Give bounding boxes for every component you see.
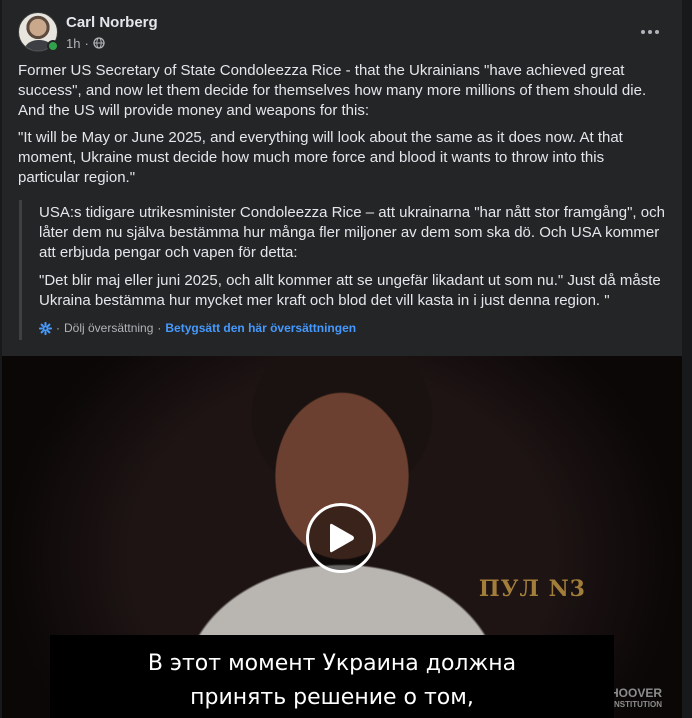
post-timestamp[interactable]: 1h bbox=[66, 36, 80, 51]
meta-separator: · bbox=[84, 35, 89, 51]
translation-footer: · Dölj översättning · Betygsätt den här … bbox=[39, 320, 356, 336]
post-card: Carl Norberg 1h · Former US Secretary of… bbox=[2, 0, 682, 718]
play-icon bbox=[330, 523, 354, 553]
translation-body: USA:s tidigare utrikesminister Condoleez… bbox=[39, 200, 667, 311]
footer-dot: · bbox=[157, 321, 162, 335]
more-dot-icon bbox=[655, 30, 659, 34]
post-paragraph: "It will be May or June 2025, and everyt… bbox=[18, 129, 623, 186]
footer-dot: · bbox=[56, 321, 60, 335]
translation-paragraph: "Det blir maj eller juni 2025, och allt … bbox=[39, 272, 661, 309]
logo-line: INSTITUTION bbox=[611, 700, 662, 709]
video-watermark: ПУЛ N3 bbox=[478, 576, 586, 602]
author-name[interactable]: Carl Norberg bbox=[66, 14, 158, 31]
subtitle-line: принять решение о том, bbox=[190, 685, 474, 710]
more-options-button[interactable] bbox=[634, 16, 666, 48]
post-meta: 1h · bbox=[66, 35, 105, 51]
video-subtitles: В этот момент Украина должна принять реш… bbox=[50, 635, 614, 718]
rate-translation-link[interactable]: Betygsätt den här översättningen bbox=[165, 321, 356, 335]
globe-icon[interactable] bbox=[93, 37, 105, 49]
translation-block: USA:s tidigare utrikesminister Condoleez… bbox=[19, 200, 667, 340]
online-status-dot bbox=[47, 40, 59, 52]
video-logo: HOOVER INSTITUTION bbox=[609, 686, 662, 710]
logo-line: HOOVER bbox=[609, 686, 662, 700]
gear-icon bbox=[39, 321, 52, 335]
more-dot-icon bbox=[641, 30, 645, 34]
post-paragraph: Former US Secretary of State Condoleezza… bbox=[18, 62, 647, 119]
post-body: Former US Secretary of State Condoleezza… bbox=[18, 61, 658, 195]
hide-translation-link[interactable]: Dölj översättning bbox=[64, 321, 153, 335]
subtitle-line: В этот момент Украина должна bbox=[147, 651, 517, 676]
author-avatar-link[interactable] bbox=[18, 12, 59, 52]
video-player[interactable]: ПУЛ N3 HOOVER INSTITUTION В этот момент … bbox=[2, 356, 682, 718]
play-button[interactable] bbox=[306, 503, 376, 573]
post-header: Carl Norberg 1h · bbox=[18, 12, 666, 52]
more-dot-icon bbox=[648, 30, 652, 34]
translation-paragraph: USA:s tidigare utrikesminister Condoleez… bbox=[39, 204, 665, 261]
